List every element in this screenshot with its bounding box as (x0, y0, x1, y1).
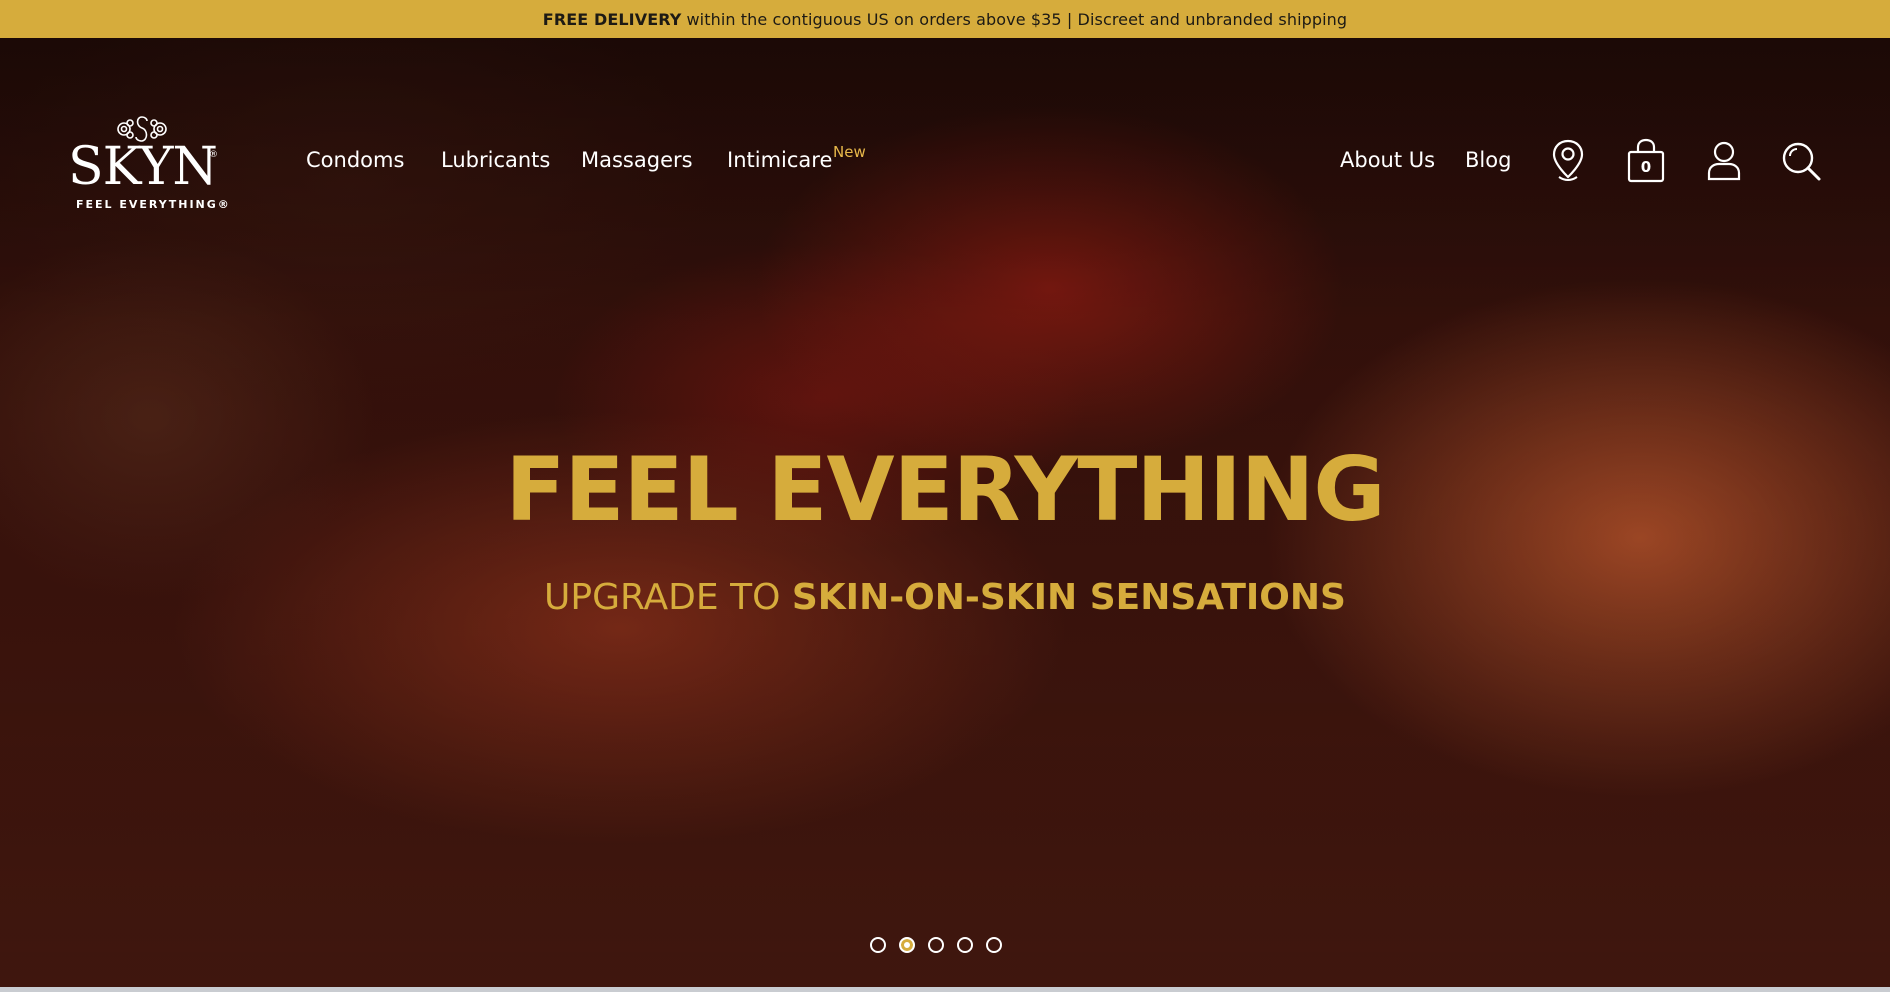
nav-intimicare[interactable]: Intimicare (727, 148, 832, 172)
nav-about-us[interactable]: About Us (1340, 148, 1435, 172)
site-logo[interactable]: SKYN ® FEEL EVERYTHING® (68, 114, 229, 211)
nav-lubricants[interactable]: Lubricants (441, 148, 550, 172)
nav-condoms[interactable]: Condoms (306, 148, 404, 172)
carousel-dots (870, 937, 1002, 953)
hero-sub-strong: SKIN-ON-SKIN SENSATIONS (791, 577, 1346, 618)
hero-subheadline: UPGRADE TO SKIN-ON-SKIN SENSATIONS (0, 576, 1890, 620)
user-icon (1707, 141, 1741, 181)
hero-sub-prefix: UPGRADE TO (544, 577, 781, 618)
page-bottom-edge (0, 987, 1890, 992)
logo-wordmark: SKYN (68, 137, 218, 197)
announcement-bar: FREE DELIVERY within the contiguous US o… (0, 0, 1890, 38)
new-badge: New (833, 143, 866, 161)
nav-massagers[interactable]: Massagers (581, 148, 693, 172)
announcement-bold: FREE DELIVERY (542, 9, 682, 29)
account-button[interactable] (1702, 138, 1746, 184)
carousel-dot-4[interactable] (957, 937, 973, 953)
search-button[interactable] (1779, 138, 1823, 184)
nav-blog[interactable]: Blog (1465, 148, 1511, 172)
map-pin-icon (1552, 139, 1584, 181)
carousel-dot-2[interactable] (899, 937, 915, 953)
carousel-dot-3[interactable] (928, 937, 944, 953)
carousel-dot-1[interactable] (870, 937, 886, 953)
logo-registered-mark: ® (209, 150, 218, 160)
hero-headline: FEEL EVERYTHING (505, 438, 1385, 541)
logo-tagline: FEEL EVERYTHING® (76, 198, 231, 211)
carousel-dot-5[interactable] (986, 937, 1002, 953)
cart-count: 0 (1640, 158, 1652, 176)
announcement-text: within the contiguous US on orders above… (686, 9, 1348, 29)
search-icon (1782, 142, 1821, 181)
store-locator-button[interactable] (1546, 138, 1590, 184)
cart-button[interactable]: 0 (1624, 138, 1668, 184)
